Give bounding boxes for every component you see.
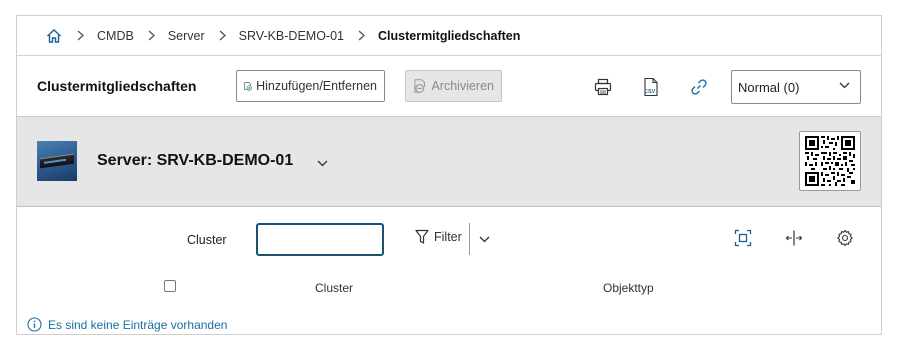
qr-code-icon[interactable] bbox=[799, 131, 861, 191]
add-remove-label: Hinzufügen/Entfernen bbox=[256, 79, 377, 93]
empty-message: Es sind keine Einträge vorhanden bbox=[27, 317, 227, 332]
select-all-checkbox[interactable] bbox=[164, 280, 176, 292]
home-icon[interactable] bbox=[45, 27, 63, 45]
cluster-filter-input[interactable] bbox=[256, 223, 384, 256]
filter-button-label: Filter bbox=[434, 230, 462, 244]
chevron-right-icon bbox=[148, 30, 155, 41]
filter-button[interactable]: Filter bbox=[415, 229, 462, 245]
column-header-objekttyp[interactable]: Objekttyp bbox=[603, 281, 654, 295]
column-header-cluster[interactable]: Cluster bbox=[315, 281, 353, 295]
printer-icon[interactable] bbox=[592, 76, 614, 98]
object-header: Server: SRV-KB-DEMO-01 bbox=[17, 117, 881, 207]
archive-label: Archivieren bbox=[431, 79, 494, 93]
add-remove-button[interactable]: Hinzufügen/Entfernen bbox=[236, 70, 385, 102]
breadcrumb-server[interactable]: Server bbox=[168, 29, 205, 43]
archive-icon bbox=[414, 79, 426, 93]
filter-label: Cluster bbox=[187, 233, 227, 247]
filter-divider bbox=[469, 223, 470, 255]
breadcrumb: CMDB Server SRV-KB-DEMO-01 Clustermitgli… bbox=[17, 16, 881, 56]
main-frame: CMDB Server SRV-KB-DEMO-01 Clustermitgli… bbox=[16, 15, 882, 335]
chevron-down-icon bbox=[839, 82, 850, 89]
add-circle-icon bbox=[244, 82, 252, 91]
view-select[interactable]: Normal (0) bbox=[731, 70, 861, 104]
info-icon bbox=[27, 317, 42, 332]
link-icon[interactable] bbox=[688, 76, 710, 98]
expand-icon[interactable] bbox=[733, 228, 753, 248]
page-title: Clustermitgliedschaften bbox=[37, 78, 197, 94]
breadcrumb-object[interactable]: SRV-KB-DEMO-01 bbox=[239, 29, 344, 43]
filter-icon bbox=[415, 229, 429, 244]
toolbar: Clustermitgliedschaften Hinzufügen/Entfe… bbox=[17, 56, 881, 117]
gear-icon[interactable] bbox=[835, 228, 855, 248]
column-resize-icon[interactable] bbox=[784, 228, 804, 248]
chevron-down-icon[interactable] bbox=[479, 231, 490, 246]
chevron-right-icon bbox=[219, 30, 226, 41]
view-select-value: Normal (0) bbox=[738, 79, 800, 95]
chevron-right-icon bbox=[77, 30, 84, 41]
chevron-right-icon bbox=[358, 30, 365, 41]
chevron-down-icon[interactable] bbox=[317, 155, 328, 170]
breadcrumb-current: Clustermitgliedschaften bbox=[378, 28, 521, 43]
archive-button[interactable]: Archivieren bbox=[405, 70, 502, 102]
empty-message-text: Es sind keine Einträge vorhanden bbox=[48, 317, 228, 332]
breadcrumb-cmdb[interactable]: CMDB bbox=[97, 29, 134, 43]
server-image bbox=[37, 141, 77, 181]
svg-text:CSV: CSV bbox=[644, 89, 656, 95]
object-title: Server: SRV-KB-DEMO-01 bbox=[97, 152, 294, 169]
csv-icon[interactable]: CSV bbox=[640, 76, 662, 98]
